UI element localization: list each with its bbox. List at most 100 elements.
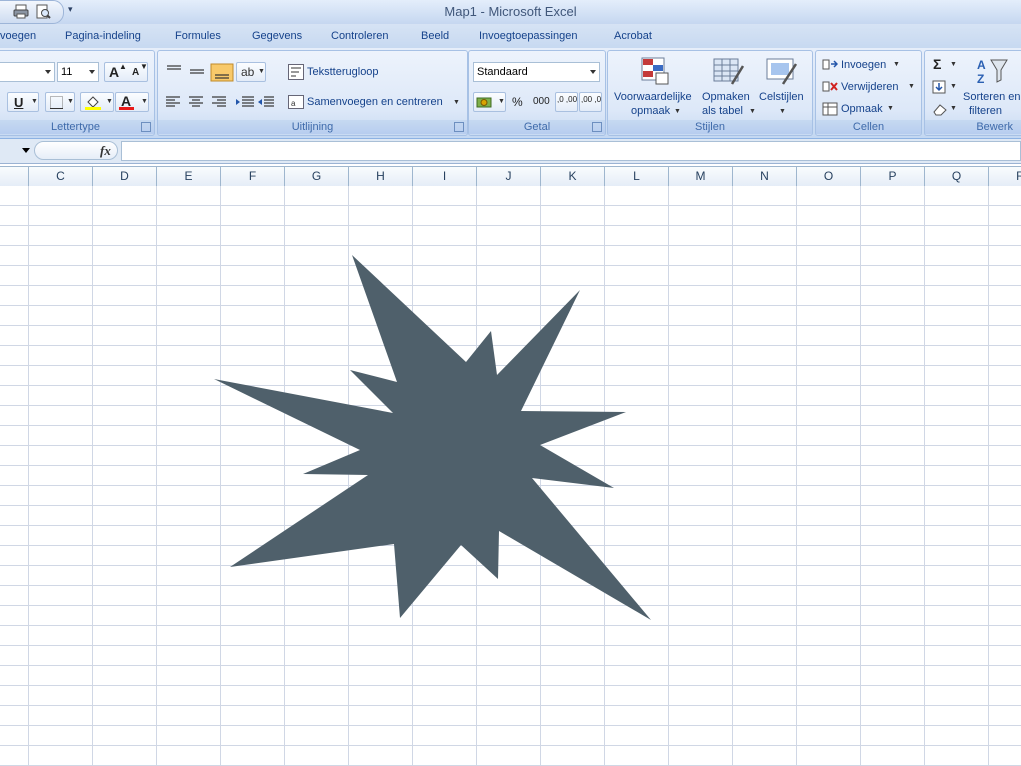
cell-styles-button[interactable]: Celstijlen <box>759 91 804 103</box>
sort-filter-button[interactable]: Sorteren en <box>963 91 1020 103</box>
column-header-k[interactable]: K <box>541 167 605 187</box>
font-color-button[interactable]: A ▼ <box>115 92 149 112</box>
tab-invoegen[interactable]: voegen <box>0 30 36 42</box>
chevron-down-icon: ▼ <box>887 105 894 112</box>
group-label-alignment: Uitlijning <box>158 120 467 134</box>
column-header-p[interactable]: P <box>861 167 925 187</box>
font-size-buttons: A ▲ A ▼ <box>104 62 148 82</box>
format-as-table-button[interactable]: Opmaken <box>702 91 750 103</box>
worksheet-grid[interactable] <box>0 186 1021 766</box>
borders-icon <box>50 96 63 109</box>
tab-gegevens[interactable]: Gegevens <box>252 30 302 42</box>
name-box-dropdown[interactable] <box>22 148 30 153</box>
alignment-dialog-launcher[interactable] <box>454 122 464 132</box>
column-header-i[interactable]: I <box>413 167 477 187</box>
tab-beeld[interactable]: Beeld <box>421 30 449 42</box>
increase-decimal-button[interactable]: ,0 ,00 <box>555 92 578 112</box>
clear-eraser-icon[interactable] <box>932 102 948 116</box>
svg-text:Z: Z <box>977 72 984 86</box>
format-as-table-label-2: als tabel <box>702 105 743 117</box>
delete-cells-icon <box>822 81 838 92</box>
tab-controleren[interactable]: Controleren <box>331 30 388 42</box>
tab-pagina-indeling[interactable]: Pagina-indeling <box>65 30 141 42</box>
decrease-decimal-label: ,00 ,0 <box>581 95 602 104</box>
group-number: Standaard ▼ % 000 ,0 ,00 ,00 ,0 Getal <box>468 50 606 136</box>
column-header-h[interactable]: H <box>349 167 413 187</box>
grow-font-button[interactable]: A <box>109 64 119 80</box>
column-header-j[interactable]: J <box>477 167 541 187</box>
delete-cells-button[interactable]: Verwijderen <box>841 81 898 93</box>
chevron-down-icon: ▼ <box>141 98 148 105</box>
decrease-decimal-button[interactable]: ,00 ,0 <box>579 92 602 112</box>
chevron-down-icon <box>45 70 51 74</box>
sort-filter-label-2: filteren <box>969 105 1003 117</box>
conditional-formatting-icon <box>641 57 669 85</box>
format-as-table-icon <box>713 58 744 85</box>
wrap-text-button[interactable]: Tekstterugloop <box>307 66 379 78</box>
column-header-b[interactable]: B <box>0 167 29 187</box>
column-header-m[interactable]: M <box>669 167 733 187</box>
column-header-d[interactable]: D <box>93 167 157 187</box>
conditional-formatting-button[interactable]: Voorwaardelijke <box>614 91 692 103</box>
chevron-down-icon[interactable]: ▼ <box>453 99 460 106</box>
fill-color-icon <box>85 96 101 110</box>
tab-invoegtoepassingen[interactable]: Invoegtoepassingen <box>479 30 577 42</box>
tab-formules[interactable]: Formules <box>175 30 221 42</box>
svg-text:a: a <box>291 99 296 108</box>
chevron-down-icon: ▼ <box>893 61 900 68</box>
currency-button[interactable]: ▼ <box>473 92 506 112</box>
chevron-down-icon: ▼ <box>106 98 113 105</box>
autosum-button[interactable]: Σ <box>933 56 941 72</box>
explosion-shape[interactable] <box>0 186 1021 766</box>
thousands-button[interactable]: 000 <box>533 96 550 107</box>
group-label-font: Lettertype <box>0 120 154 134</box>
chevron-down-icon: ▼ <box>498 98 505 105</box>
group-label-cells: Cellen <box>816 120 921 134</box>
explosion-shape-fill <box>214 255 651 620</box>
column-header-e[interactable]: E <box>157 167 221 187</box>
format-cells-icon <box>822 102 838 116</box>
group-cells: Invoegen ▼ Verwijderen ▼ Opmaak ▼ Cellen <box>815 50 922 136</box>
currency-icon <box>476 97 492 108</box>
font-name-combo[interactable] <box>0 62 55 82</box>
number-dialog-launcher[interactable] <box>592 122 602 132</box>
column-header-f[interactable]: F <box>221 167 285 187</box>
shrink-font-arrow: ▼ <box>140 62 148 71</box>
number-format-combo[interactable]: Standaard <box>473 62 600 82</box>
column-header-q[interactable]: Q <box>925 167 989 187</box>
font-color-bar <box>119 107 134 110</box>
font-dialog-launcher[interactable] <box>141 122 151 132</box>
font-size-value: 11 <box>61 66 73 78</box>
font-size-combo[interactable]: 11 <box>57 62 99 82</box>
underline-button[interactable]: U ▼ <box>7 92 39 112</box>
tab-acrobat[interactable]: Acrobat <box>614 30 652 42</box>
column-header-r[interactable]: R <box>989 167 1021 187</box>
column-header-n[interactable]: N <box>733 167 797 187</box>
insert-cells-icon <box>822 59 838 70</box>
shrink-font-button[interactable]: A <box>132 67 139 78</box>
insert-cells-button[interactable]: Invoegen <box>841 59 886 71</box>
window-title: Map1 - Microsoft Excel <box>444 4 577 19</box>
formula-input[interactable] <box>121 141 1021 161</box>
column-header-o[interactable]: O <box>797 167 861 187</box>
percent-button[interactable]: % <box>512 95 523 109</box>
column-header-g[interactable]: G <box>285 167 349 187</box>
group-label-editing: Bewerk <box>925 120 1021 134</box>
column-header-l[interactable]: L <box>605 167 669 187</box>
format-cells-button[interactable]: Opmaak <box>841 103 883 115</box>
increase-decimal-label: ,0 ,00 <box>557 95 578 104</box>
orientation-button[interactable]: ab ▼ <box>236 62 266 82</box>
chevron-down-icon: ▼ <box>950 83 957 90</box>
cell-styles-icon <box>766 58 797 85</box>
insert-function-button[interactable]: fx <box>100 143 111 159</box>
fill-color-button[interactable]: ▼ <box>80 92 114 112</box>
column-header-c[interactable]: C <box>29 167 93 187</box>
chevron-down-icon: ▼ <box>67 98 74 105</box>
title-bar: ▾ Map1 - Microsoft Excel <box>0 0 1021 24</box>
fill-down-icon[interactable] <box>932 80 948 94</box>
borders-button[interactable]: ▼ <box>45 92 75 112</box>
chevron-down-icon: ▼ <box>258 68 265 75</box>
svg-text:A: A <box>977 58 986 72</box>
group-font: 11 A ▲ A ▼ U ▼ ▼ ▼ A ▼ Lettertype <box>0 50 155 136</box>
merge-center-button[interactable]: Samenvoegen en centreren <box>307 96 443 108</box>
